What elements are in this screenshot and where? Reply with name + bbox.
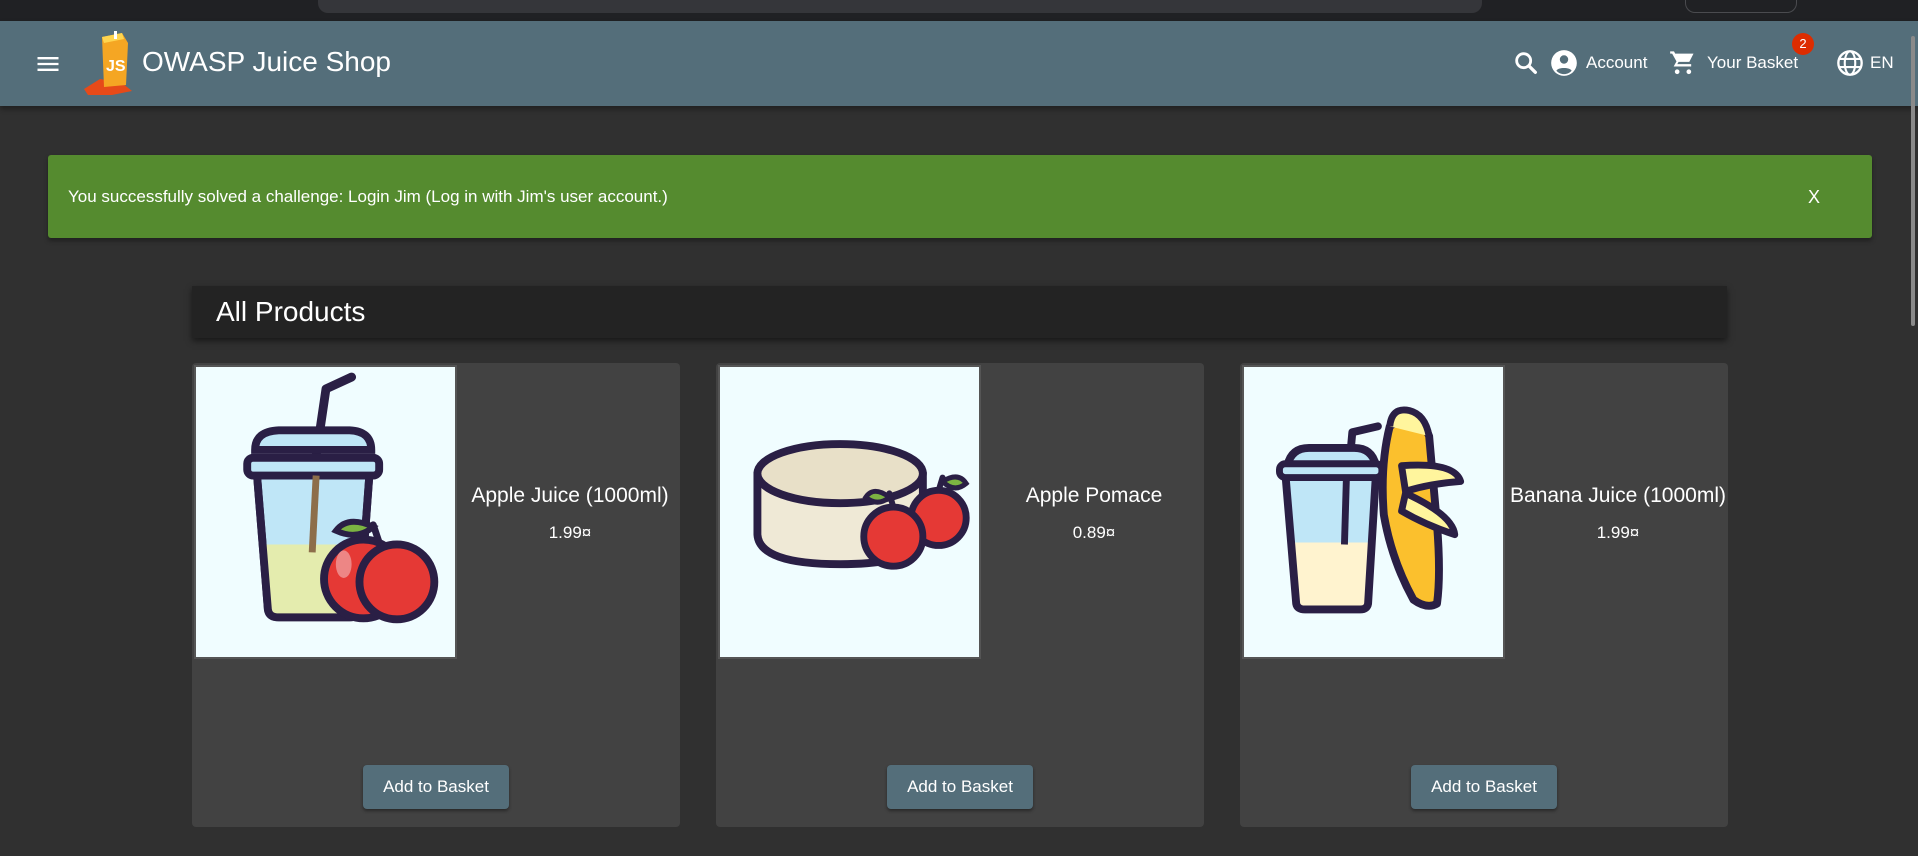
juice-shop-logo[interactable]: JS (82, 31, 144, 97)
page-scrollbar[interactable] (1911, 36, 1915, 326)
product-info: Apple Juice (1000ml) 1.99¤ (460, 363, 680, 663)
product-card-banana-juice[interactable]: Banana Juice (1000ml) 1.99¤ Add to Baske… (1240, 363, 1728, 827)
app-toolbar: JS OWASP Juice Shop Account Your Basket … (0, 21, 1918, 106)
language-label: EN (1870, 53, 1894, 72)
products-heading-card: All Products (192, 286, 1727, 338)
browser-profile-pill[interactable] (1685, 0, 1797, 13)
globe-icon (1837, 50, 1863, 76)
account-circle-icon (1551, 50, 1577, 76)
page-title: All Products (216, 296, 366, 327)
apple-juice-image (243, 372, 439, 624)
basket-button[interactable]: Your Basket (1669, 47, 1798, 79)
menu-button[interactable] (34, 50, 62, 78)
banana-juice-image (1276, 406, 1465, 614)
product-card-apple-pomace[interactable]: Apple Pomace 0.89¤ Add to Basket (716, 363, 1204, 827)
notification-message: You successfully solved a challenge: Log… (68, 187, 668, 206)
product-price: 1.99¤ (548, 522, 592, 542)
product-image[interactable] (1242, 365, 1505, 659)
search-button[interactable] (1512, 49, 1540, 77)
language-button[interactable]: EN (1836, 47, 1894, 79)
product-info: Banana Juice (1000ml) 1.99¤ (1508, 363, 1728, 663)
challenge-solved-notification: You successfully solved a challenge: Log… (48, 155, 1872, 238)
add-to-basket-button[interactable]: Add to Basket (1411, 765, 1557, 809)
svg-text:JS: JS (106, 58, 126, 75)
apple-pomace-image (753, 440, 970, 570)
product-price: 0.89¤ (1072, 522, 1116, 542)
product-name: Banana Juice (1000ml) (1510, 483, 1726, 507)
basket-count-badge: 2 (1792, 33, 1814, 55)
product-name: Apple Juice (1000ml) (471, 483, 669, 507)
product-price: 1.99¤ (1596, 522, 1640, 542)
browser-chrome (0, 0, 1918, 21)
basket-label: Your Basket (1707, 53, 1799, 72)
app-title[interactable]: OWASP Juice Shop (142, 46, 391, 78)
add-to-basket-button[interactable]: Add to Basket (363, 765, 509, 809)
product-image[interactable] (194, 365, 457, 659)
add-to-basket-button[interactable]: Add to Basket (887, 765, 1033, 809)
product-image[interactable] (718, 365, 981, 659)
browser-address-bar[interactable] (318, 0, 1482, 13)
account-button[interactable]: Account (1550, 47, 1647, 79)
account-label: Account (1586, 53, 1648, 72)
product-name: Apple Pomace (1025, 483, 1163, 507)
notification-close-button[interactable]: X (1800, 183, 1828, 211)
menu-icon (37, 57, 59, 71)
product-card-apple-juice[interactable]: Apple Juice (1000ml) 1.99¤ Add to Basket (192, 363, 680, 827)
shopping-cart-icon (1670, 51, 1694, 75)
product-info: Apple Pomace 0.89¤ (984, 363, 1204, 663)
search-icon (1515, 52, 1537, 74)
